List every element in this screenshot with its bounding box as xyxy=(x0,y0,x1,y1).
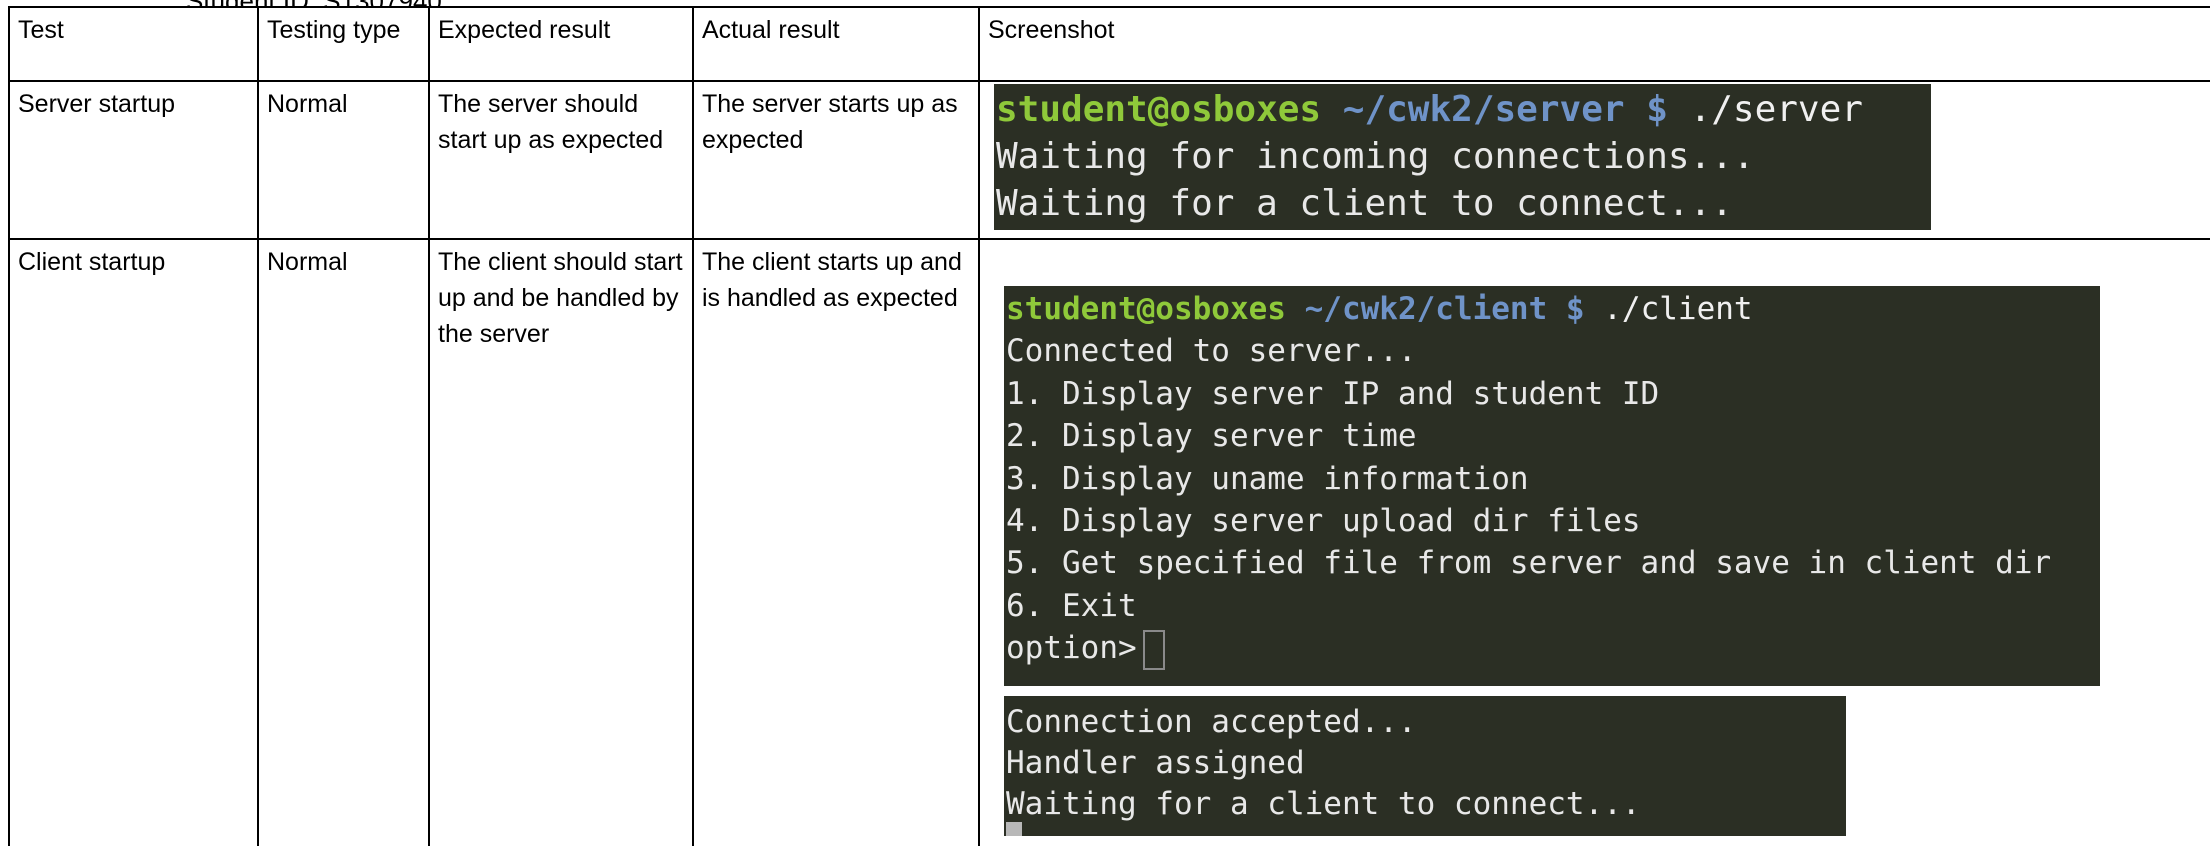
cell-testing-type: Normal xyxy=(257,238,430,846)
terminal-command: ./server xyxy=(1667,89,1863,130)
cell-testing-type: Normal xyxy=(257,80,430,240)
cell-screenshot: student@osboxes ~/cwk2/client $ ./client… xyxy=(978,238,2210,846)
cell-expected-result: The server should start up as expected xyxy=(428,80,694,240)
terminal-prompt-path: ~/cwk2/client $ xyxy=(1285,291,1585,327)
cell-test: Client startup xyxy=(8,238,259,846)
cell-expected-result: The client should start up and be handle… xyxy=(428,238,694,846)
terminal-line: Waiting for a client to connect... xyxy=(1006,786,1641,822)
menu-option-5: 5. Get specified file from server and sa… xyxy=(1006,545,2052,582)
cell-actual-result: The server starts up as expected xyxy=(692,80,980,240)
menu-option-4: 4. Display server upload dir files xyxy=(1006,503,1641,540)
cell-actual-result: The client starts up and is handled as e… xyxy=(692,238,980,846)
header-screenshot: Screenshot xyxy=(978,6,2210,82)
terminal-line: Handler assigned xyxy=(1006,745,1305,781)
handler-terminal-screenshot: Connection accepted... Handler assigned … xyxy=(1004,696,1846,836)
table-header-row: Test Testing type Expected result Actual… xyxy=(8,6,2210,82)
terminal-line: Waiting for a client to connect... xyxy=(996,183,1733,224)
client-terminal-screenshot: student@osboxes ~/cwk2/client $ ./client… xyxy=(1004,286,2100,686)
server-terminal-screenshot: student@osboxes ~/cwk2/server $ ./server… xyxy=(994,84,1931,230)
header-actual-result: Actual result xyxy=(692,6,980,82)
table-row: Client startup Normal The client should … xyxy=(8,238,2210,846)
cell-screenshot: student@osboxes ~/cwk2/server $ ./server… xyxy=(978,80,2210,240)
option-prompt: option> xyxy=(1006,630,1137,667)
terminal-prompt-user: student@osboxes xyxy=(996,89,1322,130)
cell-test: Server startup xyxy=(8,80,259,240)
cursor-block-icon xyxy=(1006,822,1022,836)
cursor-icon xyxy=(1142,629,1165,670)
menu-option-6: 6. Exit xyxy=(1006,587,1137,624)
test-results-table: Test Testing type Expected result Actual… xyxy=(8,6,2210,846)
table-row: Server startup Normal The server should … xyxy=(8,80,2210,240)
terminal-line: Waiting for incoming connections... xyxy=(996,136,1755,177)
terminal-line: Connected to server... xyxy=(1006,333,1417,370)
menu-option-2: 2. Display server time xyxy=(1006,418,1417,455)
terminal-line: Connection accepted... xyxy=(1006,704,1417,740)
menu-option-1: 1. Display server IP and student ID xyxy=(1006,375,1660,412)
header-expected-result: Expected result xyxy=(428,6,694,82)
terminal-prompt-path: ~/cwk2/server $ xyxy=(1321,89,1668,130)
header-testing-type: Testing type xyxy=(257,6,430,82)
menu-option-3: 3. Display uname information xyxy=(1006,460,1529,497)
terminal-prompt-user: student@osboxes xyxy=(1006,291,1286,327)
terminal-command: ./client xyxy=(1584,291,1753,327)
header-test: Test xyxy=(8,6,259,82)
